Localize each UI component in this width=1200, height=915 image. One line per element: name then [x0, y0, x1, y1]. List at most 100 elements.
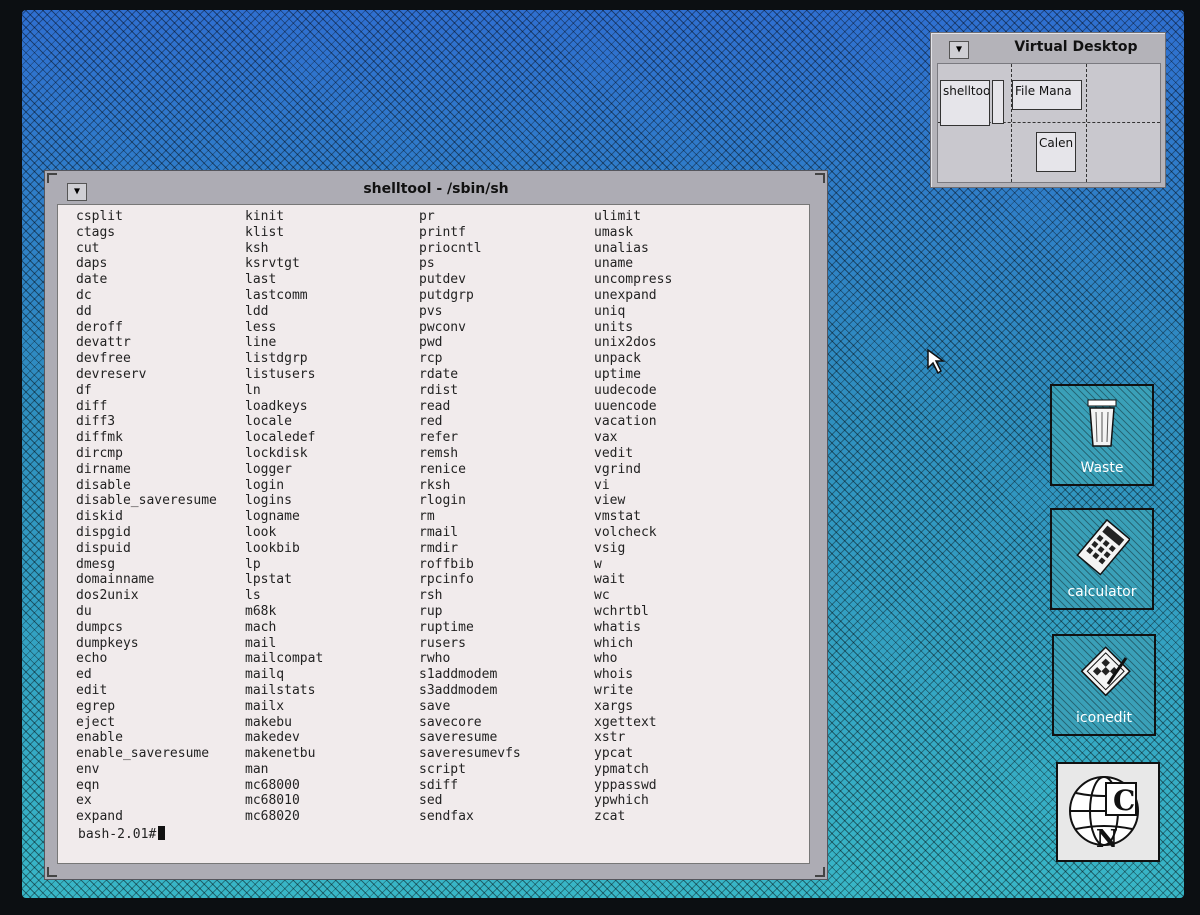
command-name: login	[245, 477, 285, 493]
command-name: whatis	[594, 619, 641, 635]
command-column-2: kinit klist ksh ksrvtgt last lastcomm ldd less l…	[245, 209, 323, 825]
command-name: uniq	[594, 303, 626, 319]
command-name: s1addmodem	[419, 667, 498, 683]
command-name: ulimit	[594, 209, 641, 224]
iconedit-icon	[1080, 646, 1131, 697]
mini-window-scrollbar	[992, 80, 1004, 124]
command-name: unexpand	[594, 287, 657, 303]
command-name: xgettext	[594, 714, 657, 730]
command-name: dircmp	[76, 445, 123, 461]
command-name: wc	[594, 588, 610, 604]
resize-corner[interactable]	[815, 867, 825, 877]
command-name: ruptime	[419, 619, 474, 635]
command-name: loadkeys	[245, 398, 308, 414]
command-name: devattr	[76, 335, 131, 351]
command-name: sed	[419, 793, 443, 809]
command-name: pwconv	[419, 319, 466, 335]
command-name: dispuid	[76, 540, 131, 556]
command-column-1: csplit ctags cut daps date dc dd deroff devattr d…	[76, 209, 217, 825]
command-name: xargs	[594, 698, 634, 714]
command-name: date	[76, 272, 108, 288]
command-name: sendfax	[419, 809, 474, 825]
resize-corner[interactable]	[47, 173, 57, 183]
command-name: vi	[594, 477, 610, 493]
command-name: lpstat	[245, 572, 292, 588]
virtual-desktop-window[interactable]: ▼ Virtual Desktop shelltool File Mana Ca…	[930, 32, 1166, 188]
shell-prompt[interactable]: bash-2.01#	[78, 826, 166, 843]
command-name: ps	[419, 256, 435, 272]
command-name: mailstats	[245, 682, 316, 698]
command-name: rlogin	[419, 493, 466, 509]
command-name: dmesg	[76, 556, 116, 572]
command-name: ctags	[76, 224, 116, 240]
command-name: w	[594, 556, 602, 572]
resize-corner[interactable]	[815, 173, 825, 183]
mini-window-shelltool[interactable]: shelltool	[940, 80, 990, 126]
iconedit-desktop-icon[interactable]: iconedit	[1052, 634, 1156, 736]
command-name: unix2dos	[594, 335, 657, 351]
command-name: mailq	[245, 667, 285, 683]
command-name: saveresumevfs	[419, 746, 521, 762]
command-name: lastcomm	[245, 287, 308, 303]
mini-window-file-manager[interactable]: File Mana	[1012, 80, 1082, 110]
command-name: uname	[594, 256, 634, 272]
command-name: devfree	[76, 351, 131, 367]
title-bar[interactable]: ▼ shelltool - /sbin/sh	[45, 171, 827, 201]
shelltool-window[interactable]: ▼ shelltool - /sbin/sh csplit ctags cut dap…	[44, 170, 828, 880]
waste-desktop-icon[interactable]: Waste	[1050, 384, 1154, 486]
command-name: rusers	[419, 635, 466, 651]
command-name: renice	[419, 461, 466, 477]
text-cursor	[158, 826, 166, 840]
command-column-4: ulimit umask unalias uname uncompress unexpan…	[594, 209, 672, 825]
command-name: df	[76, 382, 92, 398]
command-name: expand	[76, 809, 123, 825]
command-name: listdgrp	[245, 351, 308, 367]
command-name: diskid	[76, 509, 123, 525]
command-name: ypwhich	[594, 793, 649, 809]
logo-letter-n: N	[1096, 824, 1118, 853]
command-name: mail	[245, 635, 277, 651]
resize-corner[interactable]	[47, 867, 57, 877]
command-name: dd	[76, 303, 92, 319]
command-name: putdgrp	[419, 287, 474, 303]
command-name: eqn	[76, 777, 100, 793]
command-name: unpack	[594, 351, 641, 367]
command-name: wchrtbl	[594, 603, 649, 619]
mini-window-calendar[interactable]: Calen	[1036, 132, 1076, 172]
command-name: write	[594, 682, 634, 698]
virtual-desktop-map[interactable]: shelltool File Mana Calen	[937, 63, 1161, 183]
command-name: uncompress	[594, 272, 673, 288]
window-menu-button[interactable]: ▼	[949, 41, 969, 59]
command-name: vsig	[594, 540, 626, 556]
command-name: vedit	[594, 445, 634, 461]
command-name: mc68020	[245, 809, 300, 825]
command-name: makedev	[245, 730, 300, 746]
command-name: uptime	[594, 366, 641, 382]
command-name: logname	[245, 509, 300, 525]
command-name: putdev	[419, 272, 466, 288]
command-name: csplit	[76, 209, 123, 224]
terminal-output[interactable]: csplit ctags cut daps date dc dd deroff devattr d…	[57, 204, 810, 864]
command-name: edit	[76, 682, 108, 698]
command-name: du	[76, 603, 92, 619]
prompt-text: bash-2.01#	[78, 827, 157, 842]
command-name: remsh	[419, 445, 459, 461]
globe-logo-desktop-icon[interactable]: C N	[1056, 762, 1160, 862]
command-name: script	[419, 761, 466, 777]
command-name: env	[76, 761, 100, 777]
window-title: shelltool - /sbin/sh	[363, 181, 509, 197]
command-name: rksh	[419, 477, 451, 493]
command-name: vmstat	[594, 509, 641, 525]
command-name: rwho	[419, 651, 451, 667]
command-name: echo	[76, 651, 108, 667]
command-name: kinit	[245, 209, 285, 224]
command-name: pwd	[419, 335, 443, 351]
command-name: rdist	[419, 382, 459, 398]
command-name: vax	[594, 430, 618, 446]
command-name: volcheck	[594, 524, 657, 540]
command-name: klist	[245, 224, 285, 240]
command-name: rup	[419, 603, 443, 619]
command-name: unalias	[594, 240, 649, 256]
calculator-desktop-icon[interactable]: calculator	[1050, 508, 1154, 610]
command-name: yppasswd	[594, 777, 657, 793]
